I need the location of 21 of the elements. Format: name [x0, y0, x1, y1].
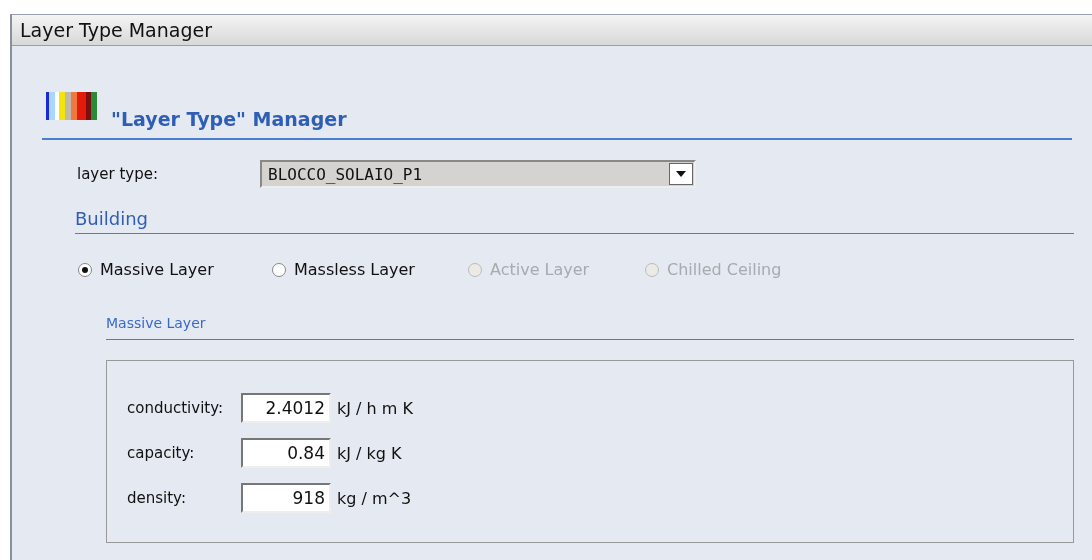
property-label: conductivity:	[127, 399, 225, 417]
input-field[interactable]: 918	[241, 483, 331, 513]
radio-option[interactable]: Massive Layer	[78, 260, 214, 279]
unit-label: kJ / kg K	[337, 443, 402, 463]
unit-label: kg / m^3	[337, 488, 412, 508]
color-stripes-icon	[46, 92, 97, 120]
window-title: Layer Type Manager	[20, 19, 212, 41]
property-label: density:	[127, 489, 187, 507]
radio-dot[interactable]	[78, 262, 92, 277]
input-field[interactable]: 0.84	[241, 438, 331, 468]
property-label: capacity:	[127, 444, 196, 462]
subsection-heading: Massive Layer	[106, 315, 1074, 340]
input-field[interactable]: 2.4012	[241, 393, 331, 423]
radio-dot[interactable]	[272, 262, 286, 277]
section-heading: Building	[75, 208, 1074, 234]
unit-label: kJ / h m K	[337, 398, 413, 418]
dropdown-arrow-icon	[676, 171, 686, 177]
manager-heading: "Layer Type" Manager	[111, 108, 347, 130]
radio-option[interactable]: Massless Layer	[272, 260, 415, 279]
layer-type-dropdown[interactable]: BLOCCO_SOLAIO_P1	[260, 160, 696, 188]
layer-type-label: layer type:	[77, 165, 159, 183]
